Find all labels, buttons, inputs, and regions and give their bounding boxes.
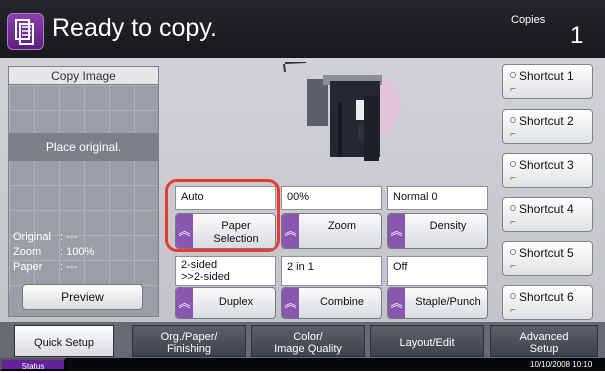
radio-icon — [510, 249, 516, 255]
duplex-button[interactable]: ︽ Duplex — [175, 287, 276, 319]
expand-arrow-icon: ︽ — [282, 288, 299, 318]
paper-selection-button[interactable]: ︽ Paper Selection — [175, 213, 276, 249]
duplex-label: Duplex — [218, 296, 254, 308]
expand-arrow-icon: ︽ — [176, 214, 193, 248]
staple-punch-button[interactable]: ︽ Staple/Punch — [387, 287, 488, 319]
place-original-message: Place original. — [9, 133, 158, 161]
expand-arrow-icon: ︽ — [388, 214, 405, 248]
shortcut-1-button[interactable]: Shortcut 1 ⌐ — [502, 64, 593, 99]
combine-button[interactable]: ︽ Combine — [281, 287, 382, 319]
combine-card: 2 in 1 ︽ Combine — [281, 256, 382, 324]
copier-machine-image — [275, 61, 417, 169]
staple-punch-label: Staple/Punch — [415, 296, 481, 308]
paper-selection-card: Auto ︽ Paper Selection — [175, 186, 276, 254]
tab-color-image-quality[interactable]: Color/ Image Quality — [251, 325, 365, 357]
radio-icon — [510, 293, 516, 299]
preview-button[interactable]: Preview — [22, 284, 143, 310]
expand-arrow-icon: ︽ — [176, 288, 193, 318]
zoom-value: 00% — [281, 186, 382, 210]
shortcut-6-button[interactable]: Shortcut 6 ⌐ — [502, 285, 593, 320]
copies-label: Copies — [511, 14, 546, 26]
staple-punch-card: Off ︽ Staple/Punch — [387, 256, 488, 324]
duplex-value: 2-sided >>2-sided — [175, 256, 276, 286]
status-bar — [0, 358, 605, 371]
shortcut-3-button[interactable]: Shortcut 3 ⌐ — [502, 153, 593, 188]
radio-icon — [510, 161, 516, 167]
copier-screen: Ready to copy. Copies 1 Copy Image Place… — [0, 0, 605, 371]
density-label: Density — [429, 220, 467, 232]
density-value: Normal 0 — [387, 186, 488, 210]
timestamp: 10/10/2008 10:10 — [530, 360, 593, 369]
zoom-button[interactable]: ︽ Zoom — [281, 213, 382, 249]
density-card: Normal 0 ︽ Density — [387, 186, 488, 254]
shortcut-key-icon: ⌐ — [510, 84, 516, 95]
header-bar: Ready to copy. Copies 1 — [0, 0, 605, 58]
copy-image-panel: Copy Image Place original. — [8, 66, 159, 317]
combine-label: Combine — [319, 296, 365, 308]
shortcut-key-icon: ⌐ — [510, 173, 516, 184]
combine-value: 2 in 1 — [281, 256, 382, 286]
tab-org-paper-finishing[interactable]: Org./Paper/ Finishing — [132, 325, 246, 357]
shortcut-2-button[interactable]: Shortcut 2 ⌐ — [502, 109, 593, 144]
zoom-info: Zoom: 100% — [13, 246, 95, 258]
shortcut-6-label: Shortcut 6 — [519, 290, 574, 304]
shortcut-4-button[interactable]: Shortcut 4 ⌐ — [502, 197, 593, 232]
tab-layout-edit[interactable]: Layout/Edit — [370, 325, 484, 357]
shortcut-key-icon: ⌐ — [510, 305, 516, 316]
shortcut-5-label: Shortcut 5 — [519, 246, 574, 260]
copies-count: 1 — [570, 22, 584, 49]
tab-advanced-setup[interactable]: Advanced Setup — [490, 325, 598, 357]
paper-selection-value: Auto — [175, 186, 276, 210]
copy-image-label: Copy Image — [9, 67, 158, 85]
expand-arrow-icon: ︽ — [388, 288, 405, 318]
staple-punch-value: Off — [387, 256, 488, 286]
zoom-card: 00% ︽ Zoom — [281, 186, 382, 254]
radio-icon — [510, 205, 516, 211]
original-info: Original: --- — [13, 231, 78, 243]
zoom-label: Zoom — [327, 220, 357, 232]
radio-icon — [510, 117, 516, 123]
tab-quick-setup[interactable]: Quick Setup — [14, 325, 114, 357]
expand-arrow-icon: ︽ — [282, 214, 299, 248]
copy-icon — [7, 13, 44, 50]
shortcut-4-label: Shortcut 4 — [519, 202, 574, 216]
shortcut-key-icon: ⌐ — [510, 129, 516, 140]
shortcut-key-icon: ⌐ — [510, 217, 516, 228]
density-button[interactable]: ︽ Density — [387, 213, 488, 249]
shortcut-2-label: Shortcut 2 — [519, 114, 574, 128]
duplex-card: 2-sided >>2-sided ︽ Duplex — [175, 256, 276, 324]
shortcut-3-label: Shortcut 3 — [519, 158, 574, 172]
shortcut-1-label: Shortcut 1 — [519, 69, 574, 83]
radio-icon — [510, 72, 516, 78]
shortcut-5-button[interactable]: Shortcut 5 ⌐ — [502, 241, 593, 276]
paper-info: Paper: --- — [13, 261, 78, 273]
paper-selection-label: Paper Selection — [213, 220, 259, 245]
status-button[interactable]: Status — [0, 358, 66, 371]
shortcut-key-icon: ⌐ — [510, 261, 516, 272]
page-title: Ready to copy. — [52, 14, 217, 42]
